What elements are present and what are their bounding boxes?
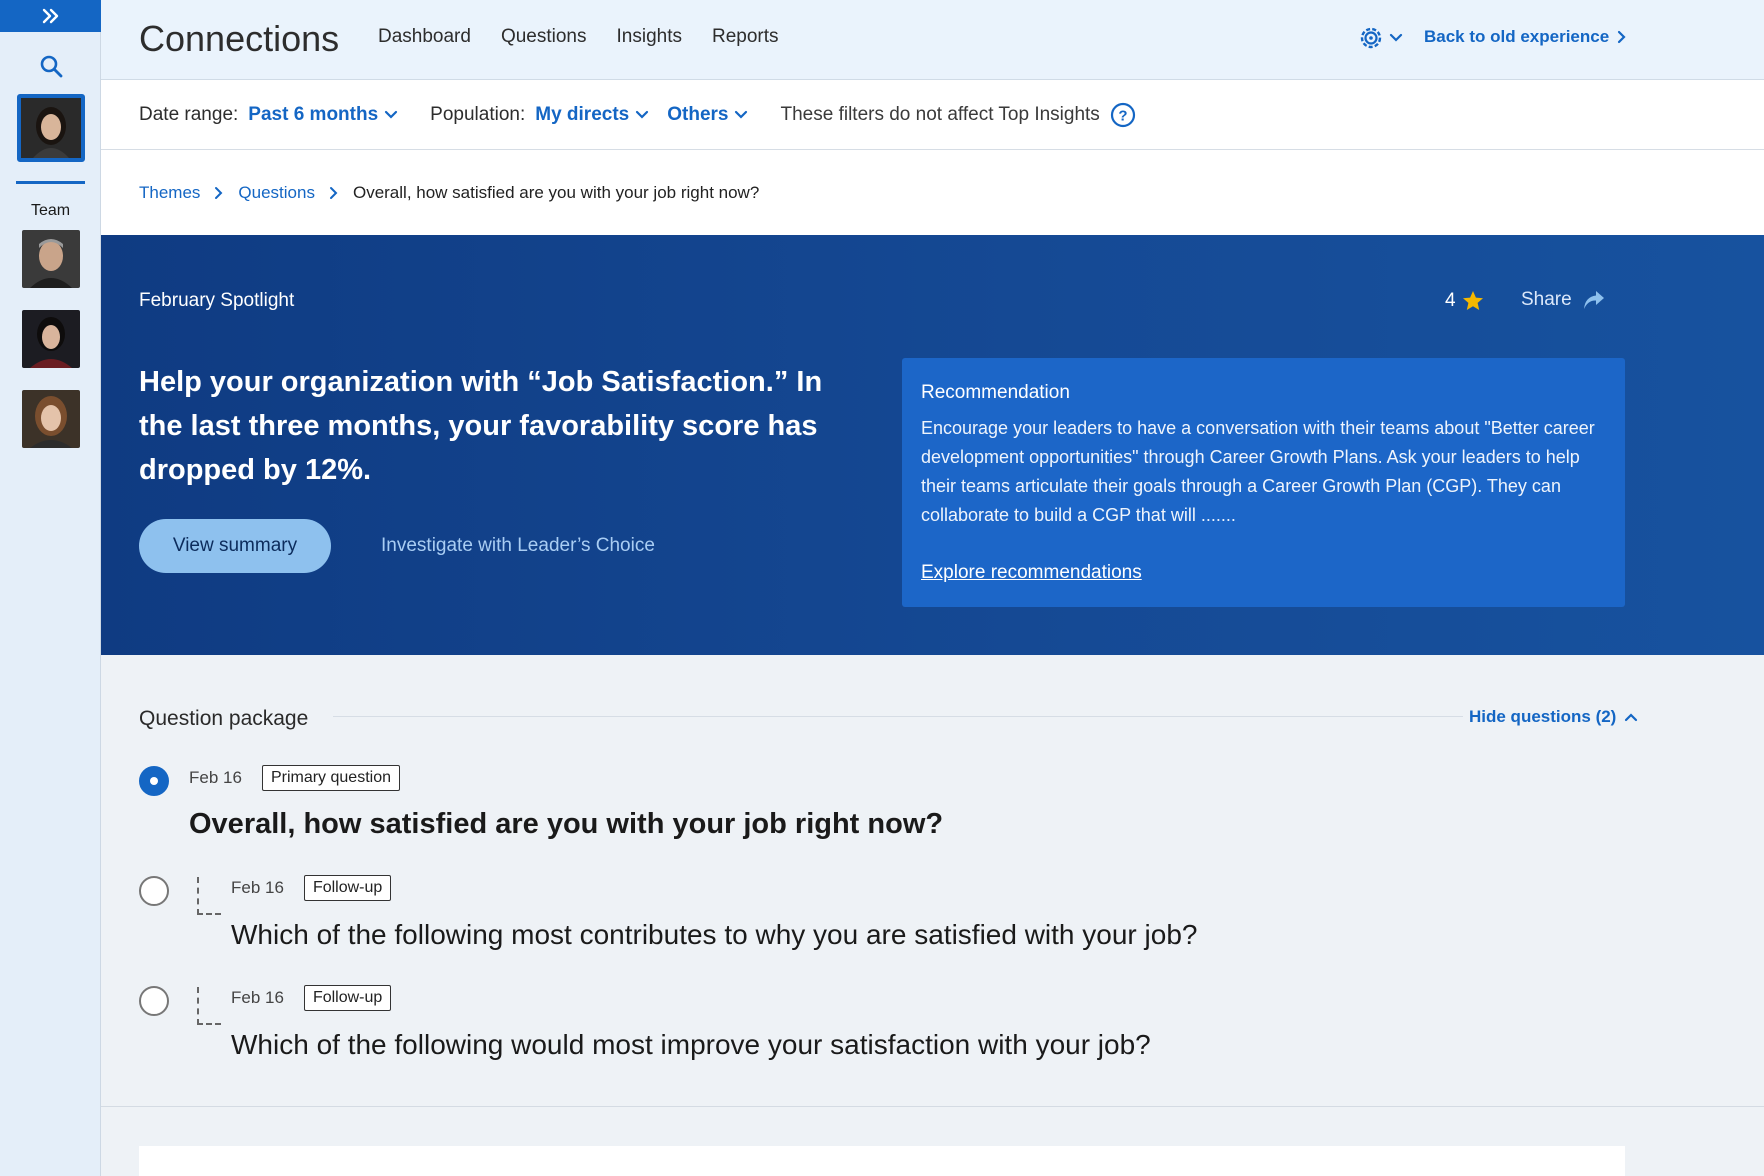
question-date: Feb 16 (189, 768, 242, 787)
chevron-down-icon (385, 110, 398, 119)
double-chevron-right-icon (42, 8, 58, 24)
chevron-down-icon (636, 110, 649, 119)
question-text-primary[interactable]: Overall, how satisfied are you with your… (189, 808, 943, 841)
hide-questions-label: Hide questions (2) (1469, 707, 1617, 726)
sidebar-divider (16, 181, 85, 184)
tree-connector (197, 987, 221, 1025)
question-package: Question package Hide questions (2) Feb … (101, 655, 1764, 1107)
filter-note: These filters do not affect Top Insights (780, 103, 1100, 125)
team-member-avatar[interactable] (22, 230, 80, 288)
chevron-right-icon (1618, 30, 1626, 44)
date-range-label: Date range: (139, 103, 239, 125)
back-to-old-experience-link[interactable]: Back to old experience (1424, 27, 1627, 47)
nav-reports[interactable]: Reports (712, 26, 779, 48)
my-avatar[interactable] (17, 94, 85, 162)
person-portrait-icon (22, 390, 80, 448)
population-value: My directs (535, 103, 630, 125)
person-portrait-icon (22, 230, 80, 288)
chevron-up-icon (1625, 713, 1638, 722)
population-label: Population: (430, 103, 526, 125)
recommendation-title: Recommendation (921, 382, 1070, 403)
question-date: Feb 16 (231, 988, 284, 1007)
chevron-right-icon (329, 186, 339, 200)
question-radio-primary[interactable] (139, 766, 169, 796)
expand-sidebar-button[interactable] (0, 0, 101, 32)
date-range-value: Past 6 months (248, 103, 379, 125)
breadcrumb-themes[interactable]: Themes (139, 183, 200, 203)
top-navigation: Connections Dashboard Questions Insights… (101, 0, 1764, 80)
hide-questions-toggle[interactable]: Hide questions (2) (1463, 707, 1639, 727)
search-button[interactable] (0, 48, 101, 84)
nav-dashboard[interactable]: Dashboard (378, 26, 471, 48)
back-link-label: Back to old experience (1424, 27, 1610, 46)
question-radio-followup-1[interactable] (139, 876, 169, 906)
spotlight-headline: Help your organization with “Job Satisfa… (139, 366, 823, 486)
nav-links: Dashboard Questions Insights Reports (378, 26, 779, 48)
share-button[interactable]: Share (1521, 289, 1606, 311)
investigate-link[interactable]: Investigate with Leader’s Choice (381, 535, 655, 557)
chevron-down-icon (1389, 33, 1403, 42)
question-radio-followup-2[interactable] (139, 986, 169, 1016)
chevron-right-icon (214, 186, 224, 200)
question-meta: Feb 16 Follow-up (231, 985, 392, 1011)
filter-bar: Date range: Past 6 months Population: My… (101, 80, 1764, 150)
person-portrait-icon (22, 310, 80, 368)
question-text-followup-1[interactable]: Which of the following most contributes … (231, 919, 1197, 951)
question-tag: Follow-up (303, 985, 392, 1011)
question-tag: Primary question (261, 765, 400, 791)
recommendation-body: Encourage your leaders to have a convers… (921, 418, 1595, 525)
tree-connector (197, 877, 221, 915)
settings-menu-button[interactable] (1357, 24, 1403, 52)
question-date: Feb 16 (231, 878, 284, 897)
question-package-title: Question package (139, 707, 309, 730)
question-meta: Feb 16 Primary question (189, 765, 400, 791)
section-divider (333, 716, 1555, 717)
nav-questions[interactable]: Questions (501, 26, 587, 48)
svg-text:?: ? (1118, 107, 1127, 124)
spotlight-hero: February Spotlight 4 Share Help your org… (101, 235, 1764, 655)
chevron-down-icon (735, 110, 748, 119)
others-dropdown[interactable]: Others (667, 104, 748, 126)
question-meta: Feb 16 Follow-up (231, 875, 392, 901)
question-tag: Follow-up (303, 875, 392, 901)
team-member-avatar[interactable] (22, 310, 80, 368)
recommendation-card: Recommendation Encourage your leaders to… (902, 358, 1625, 607)
app-title: Connections (139, 18, 340, 59)
date-range-dropdown[interactable]: Past 6 months (248, 104, 398, 126)
star-icon (1462, 291, 1483, 310)
rating-value: 4 (1445, 290, 1456, 311)
search-icon (40, 55, 62, 78)
gear-icon (1360, 27, 1382, 49)
breadcrumb-current: Overall, how satisfied are you with your… (352, 182, 760, 202)
share-arrow-icon (1583, 291, 1604, 309)
content-card (139, 1146, 1625, 1176)
others-value: Others (667, 103, 729, 125)
rating[interactable]: 4 (1445, 289, 1485, 313)
share-label: Share (1521, 289, 1572, 310)
question-text-followup-2[interactable]: Which of the following would most improv… (231, 1029, 1151, 1061)
person-portrait-icon (21, 98, 81, 158)
help-icon[interactable]: ? (1110, 102, 1136, 128)
breadcrumb-questions[interactable]: Questions (238, 183, 315, 203)
team-label: Team (30, 202, 71, 219)
nav-insights[interactable]: Insights (617, 26, 682, 48)
team-member-avatar[interactable] (22, 390, 80, 448)
population-dropdown[interactable]: My directs (535, 104, 649, 126)
spotlight-label: February Spotlight (139, 290, 295, 311)
breadcrumb: Themes Questions Overall, how satisfied … (101, 150, 1764, 235)
explore-recommendations-link[interactable]: Explore recommendations (921, 562, 1142, 584)
sidebar: Team (0, 0, 101, 1176)
view-summary-button[interactable]: View summary (139, 519, 331, 573)
